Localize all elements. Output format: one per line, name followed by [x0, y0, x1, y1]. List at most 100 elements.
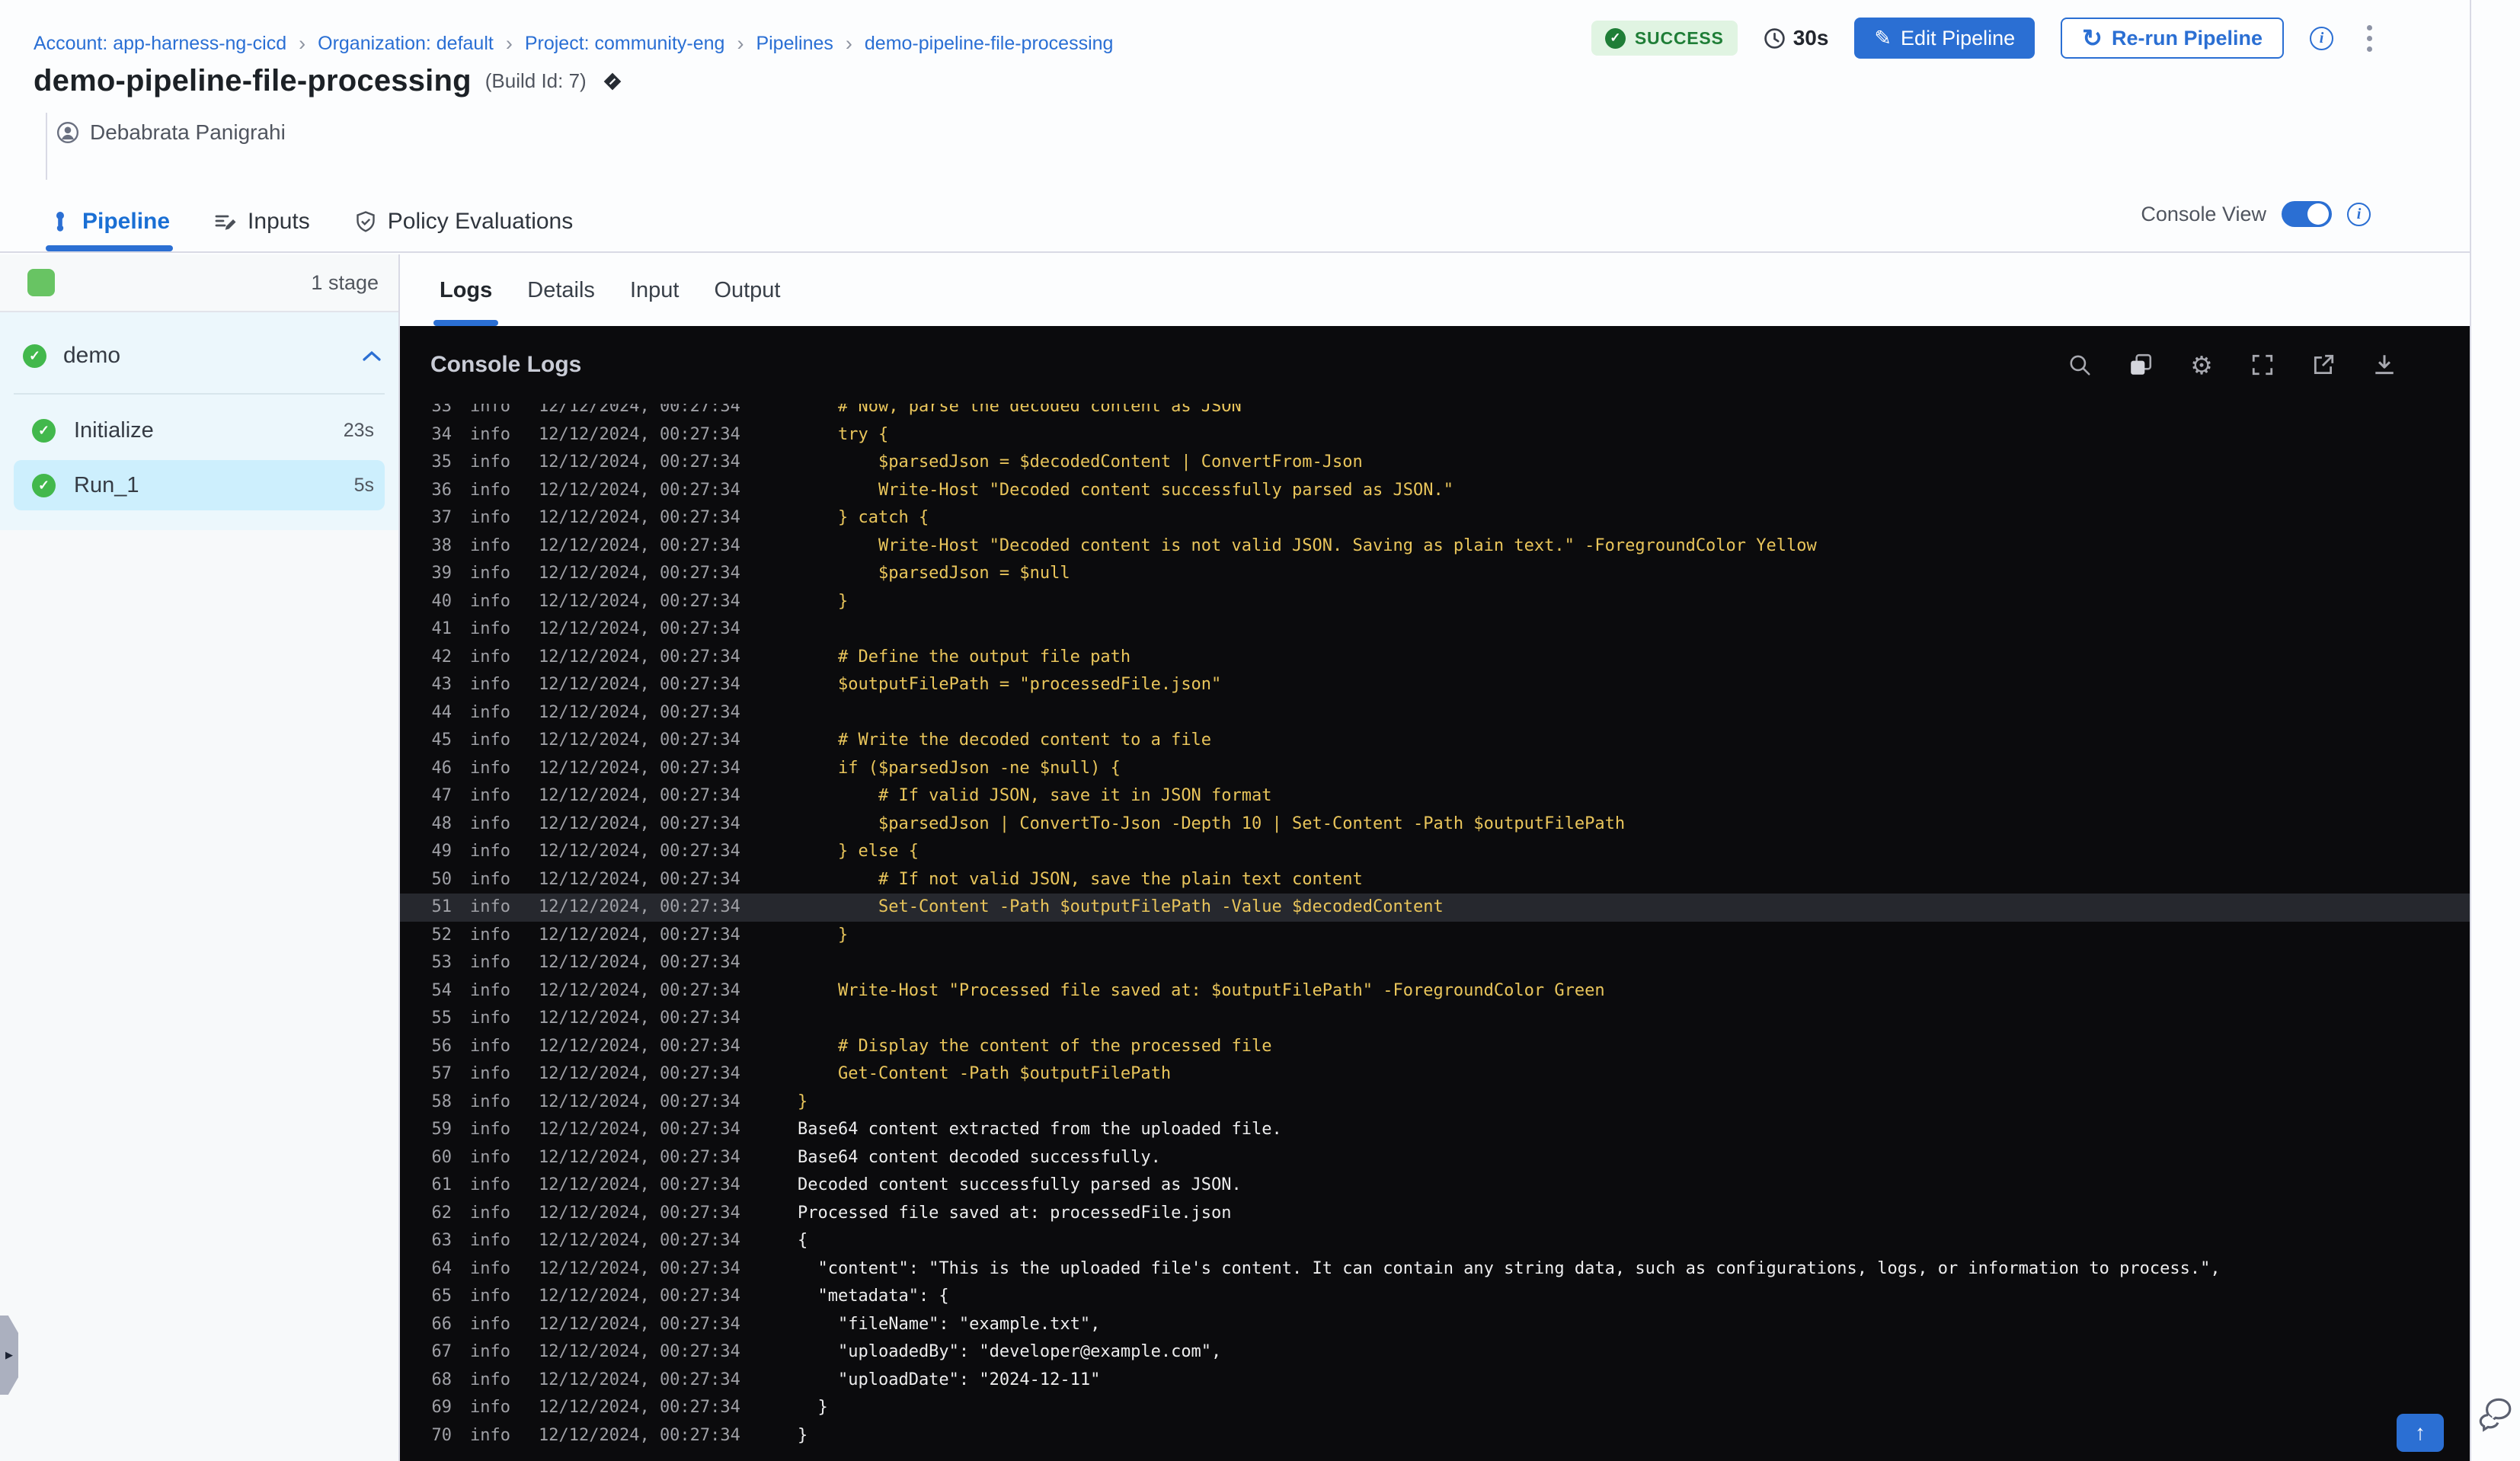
breadcrumb-link[interactable]: Project: community-eng — [525, 33, 725, 55]
log-row[interactable]: 50 info 12/12/2024, 00:27:34 # If not vali… — [400, 866, 2470, 894]
tab-pipeline[interactable]: Pipeline — [45, 192, 174, 251]
duration: 30s — [1764, 26, 1828, 50]
log-row[interactable]: 34 info 12/12/2024, 00:27:34 try { — [400, 421, 2470, 449]
step-name: Run_1 — [74, 472, 139, 497]
log-row[interactable]: 70 info 12/12/2024, 00:27:34} — [400, 1422, 2470, 1450]
log-row[interactable]: 57 info 12/12/2024, 00:27:34 Get-Content -… — [400, 1060, 2470, 1089]
info-icon[interactable]: i — [2310, 26, 2333, 50]
breadcrumb-link[interactable]: Pipelines — [756, 33, 833, 55]
log-row[interactable]: 64 info 12/12/2024, 00:27:34 "content": "T… — [400, 1255, 2470, 1284]
log-row[interactable]: 65 info 12/12/2024, 00:27:34 "metadata": { — [400, 1283, 2470, 1311]
log-row[interactable]: 61 info 12/12/2024, 00:27:34 Decoded conten… — [400, 1172, 2470, 1200]
author-connector-line — [46, 113, 47, 180]
log-timestamp: 12/12/2024, 00:27:34 — [539, 1092, 740, 1111]
edit-pipeline-button[interactable]: ✎ Edit Pipeline — [1854, 18, 2036, 59]
step-name: Initialize — [74, 417, 154, 443]
breadcrumb-link[interactable]: demo-pipeline-file-processing — [865, 33, 1114, 55]
log-row[interactable]: 42 info 12/12/2024, 00:27:34 # Define the … — [400, 644, 2470, 672]
log-row[interactable]: 49 info 12/12/2024, 00:27:34 } else { — [400, 838, 2470, 866]
log-row[interactable]: 38 info 12/12/2024, 00:27:34 Write-Host "D… — [400, 532, 2470, 561]
download-icon[interactable] — [2371, 352, 2397, 378]
console-view-info-icon[interactable]: i — [2347, 202, 2371, 226]
scroll-to-top-button[interactable]: ↑ — [2397, 1414, 2444, 1452]
open-external-icon[interactable] — [2311, 352, 2336, 378]
settings-gear-icon[interactable]: ⚙ — [2189, 352, 2215, 378]
log-viewport[interactable]: 33 info 12/12/2024, 00:27:34 # Now, parse … — [400, 404, 2470, 1461]
log-row[interactable]: 52 info 12/12/2024, 00:27:34 } — [400, 922, 2470, 950]
tab-details[interactable]: Details — [527, 254, 595, 326]
log-row[interactable]: 60 info 12/12/2024, 00:27:34 Base64 content… — [400, 1144, 2470, 1172]
log-level: info — [470, 1147, 510, 1167]
log-line-number: 65 — [431, 1287, 453, 1306]
copy-icon[interactable] — [2128, 352, 2154, 378]
log-line-number: 57 — [431, 1064, 453, 1083]
step-time: 5s — [353, 474, 374, 496]
log-level: info — [470, 897, 510, 916]
stage-row-demo[interactable]: ✓ demo — [0, 332, 398, 379]
log-row[interactable]: 55 info 12/12/2024, 00:27:34 — [400, 1005, 2470, 1033]
log-row[interactable]: 37 info 12/12/2024, 00:27:34 } catch { — [400, 504, 2470, 532]
chevron-up-icon[interactable] — [362, 349, 382, 363]
log-row[interactable]: 59 info 12/12/2024, 00:27:34 Base64 content… — [400, 1116, 2470, 1144]
log-row[interactable]: 67 info 12/12/2024, 00:27:34 "uploadedBy":… — [400, 1338, 2470, 1367]
log-message: } — [798, 591, 849, 611]
log-level: info — [470, 480, 510, 500]
shield-check-icon — [357, 211, 375, 232]
log-line-number: 41 — [431, 619, 453, 638]
log-line-number: 54 — [431, 980, 453, 1000]
log-row[interactable]: 69 info 12/12/2024, 00:27:34 } — [400, 1394, 2470, 1422]
help-chat-icon[interactable] — [2476, 1394, 2514, 1432]
tab-logs[interactable]: Logs — [433, 254, 499, 326]
breadcrumb-link[interactable]: Account: app-harness-ng-cicd — [34, 33, 286, 55]
log-row[interactable]: 45 info 12/12/2024, 00:27:34 # Write the d… — [400, 727, 2470, 755]
search-icon[interactable] — [2067, 352, 2093, 378]
tab-inputs[interactable]: Inputs — [214, 192, 310, 251]
log-line-number: 36 — [431, 480, 453, 500]
log-timestamp: 12/12/2024, 00:27:34 — [539, 1425, 740, 1445]
log-message: Write-Host "Processed file saved at: $ou… — [798, 980, 1605, 1000]
console-view-toggle[interactable] — [2282, 201, 2332, 227]
log-row[interactable]: 58 info 12/12/2024, 00:27:34} — [400, 1089, 2470, 1117]
log-row[interactable]: 41 info 12/12/2024, 00:27:34 — [400, 615, 2470, 644]
tab-policy-evaluations[interactable]: Policy Evaluations — [354, 192, 573, 251]
log-timestamp: 12/12/2024, 00:27:34 — [539, 730, 740, 750]
log-message: Processed file saved at: processedFile.j… — [798, 1203, 1232, 1223]
rerun-pipeline-button[interactable]: ↻ Re-run Pipeline — [2061, 18, 2284, 59]
log-row[interactable]: 62 info 12/12/2024, 00:27:34 Processed file… — [400, 1200, 2470, 1228]
more-options-menu[interactable] — [2359, 21, 2380, 56]
log-level: info — [470, 1009, 510, 1028]
tab-output[interactable]: Output — [714, 254, 780, 326]
log-level: info — [470, 424, 510, 444]
log-level: info — [470, 1398, 510, 1417]
log-row[interactable]: 39 info 12/12/2024, 00:27:34 $parsedJson =… — [400, 560, 2470, 588]
step-row-initialize[interactable]: ✓ Initialize 23s — [14, 405, 385, 456]
log-line-number: 46 — [431, 758, 453, 778]
log-row[interactable]: 35 info 12/12/2024, 00:27:34 $parsedJson =… — [400, 449, 2470, 477]
step-row-run-1[interactable]: ✓ Run_1 5s — [14, 460, 385, 510]
log-row[interactable]: 53 info 12/12/2024, 00:27:34 — [400, 949, 2470, 977]
log-row[interactable]: 56 info 12/12/2024, 00:27:34 # Display the… — [400, 1033, 2470, 1061]
log-row[interactable]: 66 info 12/12/2024, 00:27:34 "fileName": "… — [400, 1311, 2470, 1339]
fullscreen-icon[interactable] — [2250, 352, 2275, 378]
log-row[interactable]: 36 info 12/12/2024, 00:27:34 Write-Host "D… — [400, 477, 2470, 505]
log-row[interactable]: 47 info 12/12/2024, 00:27:34 # If valid JS… — [400, 782, 2470, 810]
log-timestamp: 12/12/2024, 00:27:34 — [539, 1036, 740, 1056]
log-row[interactable]: 43 info 12/12/2024, 00:27:34 $outputFilePa… — [400, 671, 2470, 699]
log-row[interactable]: 46 info 12/12/2024, 00:27:34 if ($parsedJs… — [400, 755, 2470, 783]
log-row[interactable]: 51 info 12/12/2024, 00:27:34 Set-Content -… — [400, 894, 2470, 922]
log-row[interactable]: 63 info 12/12/2024, 00:27:34 { — [400, 1227, 2470, 1255]
log-row[interactable]: 33 info 12/12/2024, 00:27:34 # Now, parse … — [400, 404, 2470, 421]
log-level: info — [470, 814, 510, 833]
log-row[interactable]: 54 info 12/12/2024, 00:27:34 Write-Host "P… — [400, 977, 2470, 1005]
log-row[interactable]: 68 info 12/12/2024, 00:27:34 "uploadDate":… — [400, 1367, 2470, 1395]
tab-input[interactable]: Input — [630, 254, 680, 326]
log-line-number: 67 — [431, 1342, 453, 1361]
log-row[interactable]: 44 info 12/12/2024, 00:27:34 — [400, 699, 2470, 727]
log-row[interactable]: 48 info 12/12/2024, 00:27:34 $parsedJson |… — [400, 810, 2470, 839]
log-timestamp: 12/12/2024, 00:27:34 — [539, 1009, 740, 1028]
breadcrumb-separator: › — [299, 31, 306, 55]
breadcrumb-link[interactable]: Organization: default — [318, 33, 494, 55]
log-message: } catch { — [798, 508, 929, 527]
log-row[interactable]: 40 info 12/12/2024, 00:27:34 } — [400, 588, 2470, 616]
log-line-number: 62 — [431, 1203, 453, 1223]
